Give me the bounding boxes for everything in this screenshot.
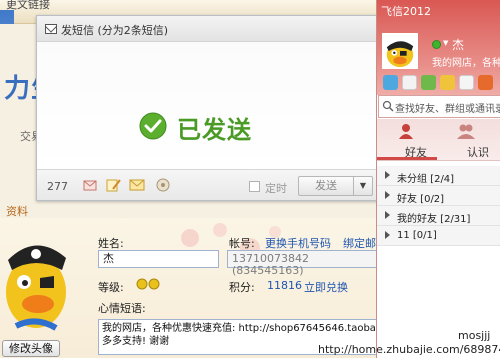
mood-label: 心情短语: bbox=[98, 302, 146, 315]
mood-text-line-1: 我的网店，各种优惠快速充值: http://shop67645646.taoba bbox=[102, 323, 376, 334]
chat-icon[interactable] bbox=[402, 75, 417, 90]
level-label: 等级: bbox=[98, 281, 124, 294]
timer-label: 定时 bbox=[265, 182, 287, 195]
name-field[interactable]: 杰 bbox=[98, 250, 219, 268]
message-icon bbox=[45, 24, 57, 34]
expand-arrow-icon bbox=[385, 211, 390, 219]
send-options-dropdown[interactable]: ▼ bbox=[353, 176, 373, 196]
status-dropdown-icon[interactable]: ▼ bbox=[443, 39, 448, 47]
settings-icon[interactable] bbox=[155, 177, 171, 193]
envelope-icon[interactable] bbox=[129, 177, 145, 193]
group-label: 11 [0/1] bbox=[397, 230, 437, 241]
sms-dialog-title-bar[interactable]: 发短信 (分为2条短信) bbox=[37, 16, 378, 42]
active-tab-indicator bbox=[377, 157, 437, 160]
contact-tabs: 好友 认识 bbox=[377, 119, 500, 161]
sent-status-text: 已发送 bbox=[177, 116, 252, 144]
level-badge-icon bbox=[136, 278, 160, 290]
background-profile-label: 资料 bbox=[6, 205, 28, 218]
char-count: 277 bbox=[47, 180, 68, 193]
bind-email-link[interactable]: 绑定邮 bbox=[343, 235, 376, 251]
watermark-url: http://home.zhubajie.com/6898743/ bbox=[318, 343, 500, 356]
person-icon[interactable] bbox=[397, 123, 415, 139]
expand-arrow-icon bbox=[385, 231, 390, 239]
fetion-panel: 飞信2012 ▼ 杰 我的网店，各种 查找好友、群组或通讯录 好友 认识 未分组… bbox=[376, 0, 500, 358]
search-placeholder: 查找好友、群组或通讯录 bbox=[395, 104, 500, 115]
group-label: 未分组 [2/4] bbox=[397, 174, 455, 185]
tab-acquaintances[interactable]: 认识 bbox=[467, 144, 489, 160]
send-button[interactable]: 发送 bbox=[298, 176, 354, 196]
sms-dialog-body: 已发送 bbox=[37, 42, 378, 168]
group-row[interactable]: 好友 [0/2] bbox=[377, 186, 500, 206]
group-row[interactable]: 11 [0/1] bbox=[377, 226, 500, 246]
expand-arrow-icon bbox=[385, 171, 390, 179]
home-icon[interactable] bbox=[383, 75, 398, 90]
mail-icon[interactable] bbox=[440, 75, 455, 90]
watermark-user: mosjjj bbox=[458, 329, 491, 342]
timer-checkbox[interactable] bbox=[249, 181, 260, 192]
change-phone-link[interactable]: 更换手机号码 bbox=[265, 235, 331, 251]
account-label: 帐号: bbox=[229, 237, 255, 250]
edit-icon[interactable] bbox=[105, 177, 121, 193]
app-icon-bar bbox=[381, 73, 500, 93]
group-row[interactable]: 我的好友 [2/31] bbox=[377, 206, 500, 226]
contact-search-input[interactable]: 查找好友、群组或通讯录 bbox=[378, 95, 500, 118]
points-value: 11816 bbox=[267, 279, 302, 292]
account-field: 13710073842 (834545163) bbox=[227, 250, 380, 277]
group-row[interactable]: 未分组 [2/4] bbox=[377, 166, 500, 186]
check-circle-icon bbox=[139, 112, 167, 140]
sms-dialog-title: 发短信 (分为2条短信) bbox=[61, 24, 169, 37]
send-card-icon[interactable] bbox=[82, 177, 98, 193]
group-label: 好友 [0/2] bbox=[397, 194, 445, 205]
fetion-title: 飞信2012 bbox=[381, 5, 431, 18]
photo-icon[interactable] bbox=[459, 75, 474, 90]
change-avatar-button[interactable]: 修改头像 bbox=[2, 340, 60, 357]
user-mood-status[interactable]: 我的网店，各种 bbox=[432, 54, 500, 69]
group-icon[interactable] bbox=[457, 123, 475, 139]
sms-toolbar: 277 定时 发送 ▼ bbox=[37, 169, 378, 200]
fetion-header: 飞信2012 ▼ 杰 我的网店，各种 bbox=[377, 0, 500, 95]
online-status-icon[interactable] bbox=[432, 40, 441, 49]
sms-dialog: 发短信 (分为2条短信) 已发送 277 定时 发送 ▼ bbox=[36, 15, 379, 201]
user-name: 杰 bbox=[452, 38, 465, 52]
redeem-link[interactable]: 立即兑换 bbox=[304, 279, 348, 295]
points-label: 积分: bbox=[229, 281, 255, 294]
name-label: 姓名: bbox=[98, 237, 124, 250]
pirate-avatar bbox=[6, 245, 66, 331]
user-avatar[interactable] bbox=[382, 33, 418, 69]
contacts-icon[interactable] bbox=[421, 75, 436, 90]
group-label: 我的好友 [2/31] bbox=[397, 214, 471, 225]
search-icon bbox=[382, 100, 394, 112]
expand-arrow-icon bbox=[385, 191, 390, 199]
game-icon[interactable] bbox=[478, 75, 493, 90]
profile-panel: 修改头像 姓名: 杰 帐号: 更换手机号码 绑定邮 13710073842 (8… bbox=[0, 218, 380, 358]
